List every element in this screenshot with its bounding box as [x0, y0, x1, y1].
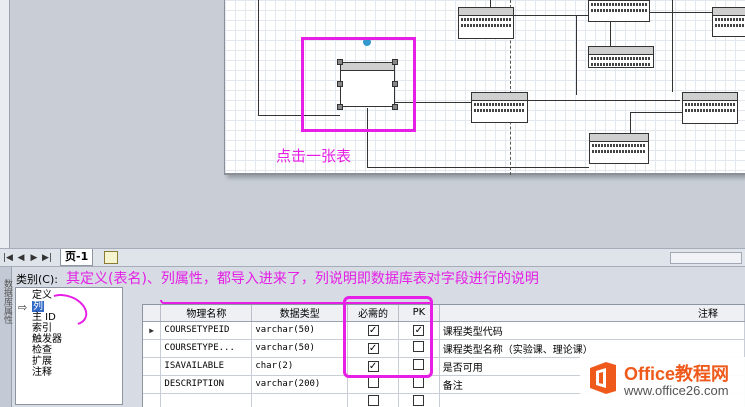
cell-data-type[interactable]: varchar(50) [251, 339, 349, 358]
row-indicator [143, 375, 162, 394]
connector-line [672, 0, 673, 92]
cell-physical-name[interactable]: DESCRIPTION [160, 375, 253, 394]
annotation-highlight-box [301, 37, 416, 132]
office-logo-icon [590, 362, 616, 394]
connector-line [650, 12, 712, 13]
entity-table-shape[interactable] [588, 0, 650, 22]
entity-table-shape[interactable] [589, 133, 649, 164]
connector-line [630, 112, 631, 134]
row-indicator [143, 357, 162, 376]
entity-table-shape[interactable] [471, 92, 528, 123]
cell-data-type[interactable]: varchar(200) [251, 375, 349, 394]
current-row-icon: ▶ [143, 321, 162, 340]
cell-required[interactable] [347, 393, 399, 407]
next-page-icon[interactable]: ▶ [29, 252, 39, 264]
tab-page-1[interactable]: 页-1 [60, 249, 94, 266]
category-item-notes[interactable]: 注释 [16, 367, 122, 378]
table-row[interactable]: ▶ COURSETYPEID varchar(50) ✓ ✓ 课程类型代码 [143, 321, 745, 340]
required-checkbox[interactable] [367, 395, 379, 406]
page-tabs-bar: |◀ ◀ ▶ ▶| 页-1 [0, 248, 745, 267]
category-item-check[interactable]: 检查 [16, 345, 122, 356]
column-header-data-type[interactable]: 数据类型 [251, 305, 349, 322]
prev-page-icon[interactable]: ◀ [16, 252, 26, 264]
entity-table-shape[interactable] [458, 7, 514, 39]
row-indicator [143, 339, 162, 358]
connector-line [528, 100, 680, 101]
vertical-panel-tab[interactable]: 数据库属性 [0, 267, 12, 407]
cell-comment[interactable]: 课程类型名称（实验课、理论课） [439, 339, 745, 358]
cell-comment[interactable]: 课程类型代码 [439, 321, 745, 340]
connector-line [258, 0, 259, 116]
arrow-right-icon: ⇨ [18, 301, 28, 314]
annotation-main-note: 其定义(表名)、列属性，都导入进来了，列说明即数据库表对字段进行的说明 [66, 271, 539, 287]
connector-line [630, 112, 682, 113]
annotation-click-table: 点击一张表 [276, 147, 352, 165]
cell-physical-name[interactable]: COURSETYPE... [160, 339, 253, 358]
row-indicator [143, 393, 162, 407]
left-ruler [0, 0, 10, 248]
category-label: 类别(C): [16, 273, 58, 286]
connector-line [576, 15, 577, 95]
column-header-comment[interactable]: 注释 [439, 305, 745, 322]
cell-pk[interactable] [398, 393, 440, 407]
connector-line [367, 167, 589, 168]
pk-checkbox[interactable] [413, 377, 425, 388]
entity-table-shape[interactable] [712, 7, 745, 37]
cell-physical-name[interactable]: COURSETYPEID [160, 321, 253, 340]
pk-checkbox[interactable] [413, 395, 425, 406]
row-indicator-header [143, 305, 162, 322]
cell-physical-name[interactable] [160, 393, 253, 407]
last-page-icon[interactable]: ▶| [42, 252, 52, 264]
cell-data-type[interactable] [251, 393, 349, 407]
entity-table-shape[interactable] [682, 92, 738, 124]
entity-table-shape[interactable] [588, 46, 654, 68]
insert-page-icon[interactable] [104, 251, 118, 264]
column-header-physical-name[interactable]: 物理名称 [160, 305, 253, 322]
table-row[interactable]: COURSETYPE... varchar(50) ✓ 课程类型名称（实验课、理论课） [143, 339, 745, 358]
vertical-tab-label: 数据库属性 [2, 279, 12, 324]
required-checkbox[interactable] [367, 377, 379, 388]
category-item-triggers[interactable]: 触发器 [16, 334, 122, 345]
cell-data-type[interactable]: varchar(50) [251, 321, 349, 340]
category-list[interactable]: 定义 列 主 ID 索引 触发器 检查 扩展 注释 ⇨ [15, 287, 123, 405]
watermark-url: www.office26.com [624, 383, 729, 398]
category-item-extended[interactable]: 扩展 [16, 356, 122, 367]
horizontal-scrollbar[interactable] [670, 252, 742, 264]
first-page-icon[interactable]: |◀ [3, 252, 13, 264]
cell-data-type[interactable]: char(2) [251, 357, 349, 376]
annotation-required-pk-box [343, 296, 433, 378]
watermark: Office教程网 www.office26.com [580, 357, 745, 407]
cell-physical-name[interactable]: ISAVAILABLE [160, 357, 253, 376]
